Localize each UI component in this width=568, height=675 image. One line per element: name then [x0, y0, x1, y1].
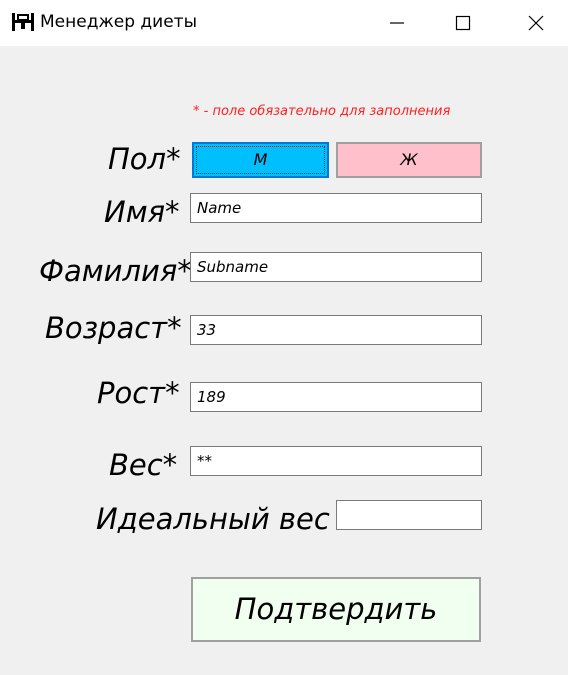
window-title: Менеджер диеты: [40, 12, 198, 32]
age-label: Возраст*: [45, 311, 182, 345]
maximize-icon: [455, 15, 471, 31]
scale-icon: [11, 11, 35, 33]
minimize-icon: [390, 22, 404, 24]
surname-label: Фамилия*: [39, 254, 192, 288]
required-fields-note: * - поле обязательно для заполнения: [193, 104, 451, 119]
height-label: Рост*: [97, 376, 180, 410]
close-icon: [528, 15, 544, 31]
minimize-button[interactable]: [374, 0, 420, 46]
title-bar: Менеджер диеты: [0, 0, 568, 46]
female-button[interactable]: Ж: [336, 142, 482, 178]
ideal-weight-field[interactable]: [336, 500, 482, 530]
weight-label: Вес*: [109, 448, 178, 482]
surname-field[interactable]: [190, 252, 482, 282]
maximize-button[interactable]: [440, 0, 486, 46]
close-button[interactable]: [513, 0, 559, 46]
height-field[interactable]: [190, 382, 482, 412]
male-button[interactable]: М: [192, 142, 329, 178]
weight-field[interactable]: [190, 446, 482, 476]
male-button-label: М: [196, 146, 325, 174]
submit-button[interactable]: Подтвердить: [191, 577, 481, 642]
name-label: Имя*: [104, 195, 180, 229]
ideal-weight-label: Идеальный вес: [96, 502, 330, 536]
age-field[interactable]: [190, 315, 482, 345]
gender-label: Пол*: [108, 142, 181, 176]
name-field[interactable]: [190, 193, 482, 223]
